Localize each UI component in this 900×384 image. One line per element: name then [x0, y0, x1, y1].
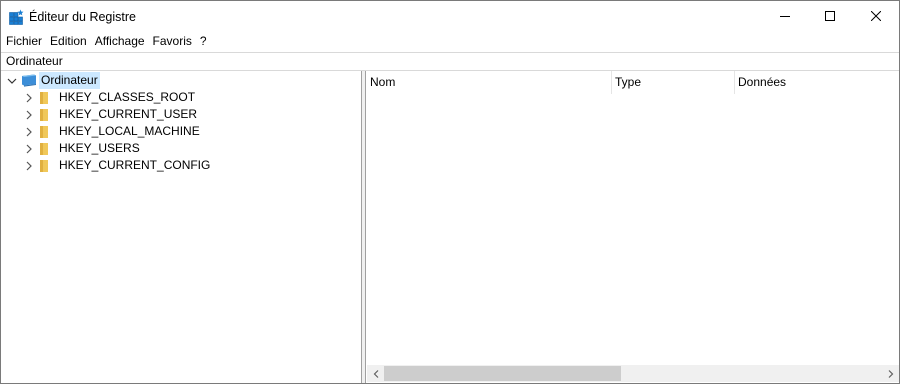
window-title: Éditeur du Registre	[29, 10, 137, 24]
minimize-button[interactable]	[762, 1, 808, 32]
chevron-right-icon	[888, 367, 894, 381]
chevron-left-icon	[373, 367, 379, 381]
registry-editor-icon	[9, 9, 25, 25]
tree-label: HKEY_LOCAL_MACHINE	[59, 124, 200, 138]
scrollbar-thumb[interactable]	[384, 366, 621, 381]
tree-item-hkey-users[interactable]: HKEY_USERS	[23, 140, 142, 157]
maximize-icon	[825, 10, 835, 24]
title-bar[interactable]: Éditeur du Registre	[1, 1, 899, 32]
close-button[interactable]	[853, 1, 899, 32]
tree-label-root: Ordinateur	[39, 72, 100, 89]
scroll-left-button[interactable]	[367, 365, 384, 382]
tree-label: HKEY_USERS	[59, 141, 140, 155]
maximize-button[interactable]	[807, 1, 853, 32]
menu-affichage[interactable]: Affichage	[91, 33, 149, 50]
folder-icon	[39, 90, 55, 106]
address-bar[interactable]: Ordinateur	[1, 52, 899, 71]
chevron-right-icon[interactable]	[23, 140, 35, 157]
menu-edition[interactable]: Edition	[46, 33, 91, 50]
menu-help[interactable]: ?	[196, 33, 211, 50]
tree-label: HKEY_CURRENT_CONFIG	[59, 158, 211, 172]
computer-icon	[21, 73, 37, 89]
scroll-right-button[interactable]	[882, 365, 899, 382]
folder-icon	[39, 107, 55, 123]
chevron-right-icon[interactable]	[23, 157, 35, 174]
tree-item-hkey-current-config[interactable]: HKEY_CURRENT_CONFIG	[23, 157, 212, 174]
chevron-down-icon[interactable]	[6, 72, 18, 89]
tree-item-hkey-local-machine[interactable]: HKEY_LOCAL_MACHINE	[23, 123, 202, 140]
tree-label: HKEY_CLASSES_ROOT	[59, 90, 196, 104]
chevron-right-icon[interactable]	[23, 106, 35, 123]
values-list-pane[interactable]: Nom Type Données	[367, 71, 899, 383]
menu-fichier[interactable]: Fichier	[1, 33, 46, 50]
tree-item-hkey-classes-root[interactable]: HKEY_CLASSES_ROOT	[23, 89, 197, 106]
menu-favoris[interactable]: Favoris	[149, 33, 196, 50]
menu-bar: Fichier Edition Affichage Favoris ?	[1, 32, 899, 51]
folder-icon	[39, 141, 55, 157]
column-header-type[interactable]: Type	[612, 71, 735, 94]
chevron-right-icon[interactable]	[23, 89, 35, 106]
column-header-donnees[interactable]: Données	[735, 71, 899, 94]
pane-splitter[interactable]	[362, 71, 366, 383]
close-icon	[870, 10, 882, 24]
folder-icon	[39, 124, 55, 140]
registry-editor-window: Éditeur du Registre Fichier Edition Affi…	[0, 0, 900, 384]
minimize-icon	[780, 10, 790, 24]
horizontal-scrollbar[interactable]	[367, 365, 899, 382]
tree-label: HKEY_CURRENT_USER	[59, 107, 198, 121]
chevron-right-icon[interactable]	[23, 123, 35, 140]
column-header-nom[interactable]: Nom	[367, 71, 612, 94]
tree-pane[interactable]: Ordinateur HKEY_CLASSES_ROOT HKEY_CURREN…	[2, 71, 362, 383]
folder-icon	[39, 158, 55, 174]
tree-item-ordinateur[interactable]: Ordinateur	[6, 72, 100, 89]
tree-item-hkey-current-user[interactable]: HKEY_CURRENT_USER	[23, 106, 199, 123]
